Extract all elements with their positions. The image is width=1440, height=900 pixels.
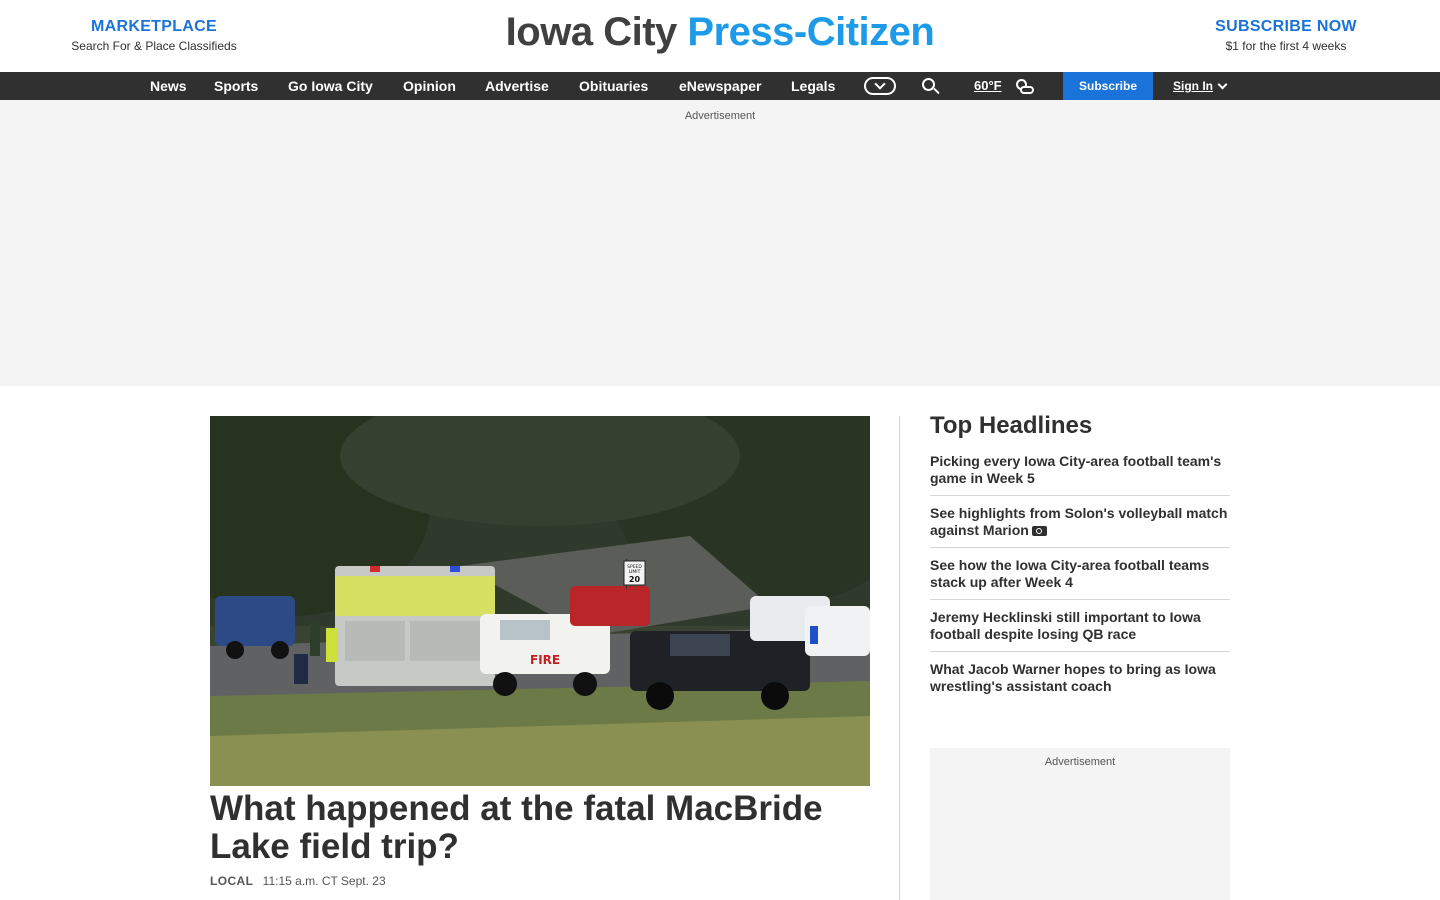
headline-text[interactable]: What Jacob Warner hopes to bring as Iowa… xyxy=(930,661,1216,694)
marketplace-link[interactable]: MARKETPLACE Search For & Place Classifie… xyxy=(54,18,254,53)
subscribe-button[interactable]: Subscribe xyxy=(1063,72,1153,100)
camera-icon xyxy=(1031,526,1047,536)
sidebar-advertisement[interactable]: Advertisement xyxy=(930,748,1230,900)
fire-truck-lettering: FIRE xyxy=(530,653,560,667)
hero-headline[interactable]: What happened at the fatal MacBride Lake… xyxy=(210,790,870,866)
top-headlines-title: Top Headlines xyxy=(930,412,1093,439)
nav-legals[interactable]: Legals xyxy=(791,72,835,100)
advertisement-label: Advertisement xyxy=(684,110,756,122)
hero-photo[interactable]: FIRE SPEED LIMIT 20 xyxy=(210,416,870,786)
headline-item[interactable]: See highlights from Solon's volleyball m… xyxy=(930,505,1230,548)
masthead: MARKETPLACE Search For & Place Classifie… xyxy=(0,0,1440,72)
subscribe-now-link[interactable]: SUBSCRIBE NOW $1 for the first 4 weeks xyxy=(1196,18,1376,53)
logo-text-city: Iowa City xyxy=(505,10,678,54)
advertisement-label: Advertisement xyxy=(1044,756,1116,768)
sign-in-link[interactable]: Sign In xyxy=(1173,72,1213,100)
headline-item[interactable]: See how the Iowa City-area football team… xyxy=(930,557,1230,600)
weather-temperature[interactable]: 60°F xyxy=(974,72,1002,100)
marketplace-title: MARKETPLACE xyxy=(91,18,217,35)
column-divider xyxy=(899,416,900,900)
speed-sign-value: 20 xyxy=(629,575,641,584)
headline-text[interactable]: Picking every Iowa City-area football te… xyxy=(930,453,1221,486)
site-logo[interactable]: Iowa City Press-Citizen xyxy=(470,10,970,55)
hero-meta: LOCAL 11:15 a.m. CT Sept. 23 xyxy=(210,874,386,888)
headline-item[interactable]: Picking every Iowa City-area football te… xyxy=(930,453,1230,496)
nav-sports[interactable]: Sports xyxy=(214,72,258,100)
nav-obituaries[interactable]: Obituaries xyxy=(579,72,648,100)
headline-text[interactable]: See highlights from Solon's volleyball m… xyxy=(930,505,1227,538)
logo-text-paper: Press-Citizen xyxy=(687,10,935,54)
subscribe-now-offer: $1 for the first 4 weeks xyxy=(1225,39,1347,53)
globe-dropdown-icon[interactable] xyxy=(864,77,896,95)
main-nav: News Sports Go Iowa City Opinion Adverti… xyxy=(0,72,1440,100)
chevron-down-icon[interactable] xyxy=(1217,79,1228,90)
headline-item[interactable]: Jeremy Hecklinski still important to Iow… xyxy=(930,609,1230,652)
emergency-scene-illustration: FIRE SPEED LIMIT 20 xyxy=(210,416,870,786)
headline-text[interactable]: See how the Iowa City-area football team… xyxy=(930,557,1209,590)
top-headlines: Top Headlines Picking every Iowa City-ar… xyxy=(930,410,1230,712)
marketplace-subtitle: Search For & Place Classifieds xyxy=(71,39,237,53)
nav-news[interactable]: News xyxy=(150,72,187,100)
nav-go-iowa-city[interactable]: Go Iowa City xyxy=(288,72,373,100)
search-icon[interactable] xyxy=(922,78,942,96)
section-tag[interactable]: LOCAL xyxy=(210,874,253,888)
headline-text[interactable]: Jeremy Hecklinski still important to Iow… xyxy=(930,609,1201,642)
nav-opinion[interactable]: Opinion xyxy=(403,72,456,100)
nav-advertise[interactable]: Advertise xyxy=(485,72,549,100)
partly-cloudy-night-icon[interactable] xyxy=(1012,78,1036,96)
headline-item[interactable]: What Jacob Warner hopes to bring as Iowa… xyxy=(930,661,1230,703)
top-advertisement[interactable]: Advertisement xyxy=(0,100,1440,386)
headline-list: Picking every Iowa City-area football te… xyxy=(930,453,1230,703)
nav-enewspaper[interactable]: eNewspaper xyxy=(679,72,761,100)
timestamp: 11:15 a.m. CT Sept. 23 xyxy=(262,874,386,888)
subscribe-now-title: SUBSCRIBE NOW xyxy=(1215,18,1357,35)
